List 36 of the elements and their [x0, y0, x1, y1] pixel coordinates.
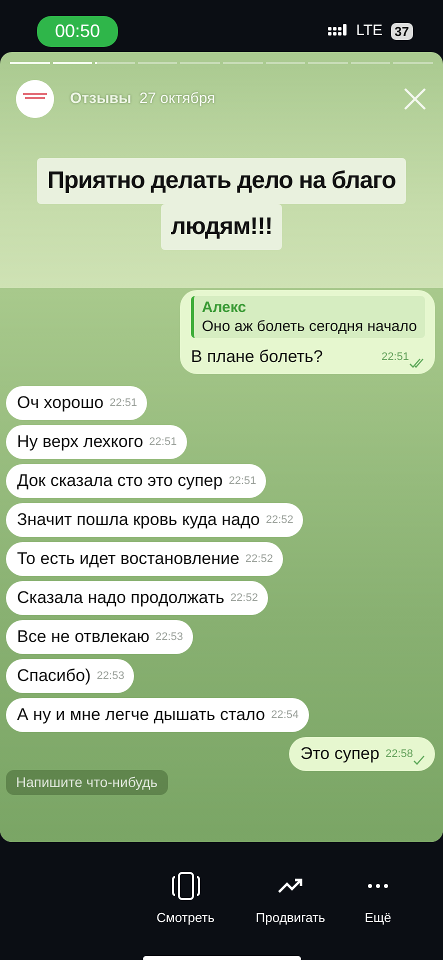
view-button[interactable]: Смотреть [133, 872, 238, 928]
message-text: В плане болеть? [190, 346, 323, 368]
message-text: Это супер [300, 743, 380, 765]
message-time: 22:54 [271, 708, 299, 723]
message-time: 22:52 [230, 591, 258, 606]
battery-level: 37 [390, 22, 413, 40]
promote-button[interactable]: Продвигать [238, 872, 343, 928]
message-text: А ну и мне легче дышать стало [17, 704, 266, 726]
message-time: 22:53 [155, 630, 184, 645]
more-icon [368, 884, 388, 888]
message-text: Сказала надо продолжать [17, 587, 224, 609]
message-time: 22:53 [96, 669, 124, 684]
message-text: Все не отвлекаю [17, 626, 150, 648]
network-type: LTE [356, 20, 383, 41]
more-button[interactable]: Ещё [343, 872, 413, 928]
clock: 00:50 [37, 16, 118, 46]
signal-icon [328, 24, 348, 38]
story-date: 27 октября [139, 88, 216, 109]
reply-text: Оно аж болеть сегодня начало [202, 317, 417, 336]
message-time: 22:51 [381, 346, 425, 368]
reply-author: Алекс [202, 298, 248, 317]
message-text: Ну верх лехкого [17, 431, 144, 453]
message-text: Док сказала сто это супер [17, 470, 223, 492]
message-time: 22:51 [110, 396, 138, 411]
message-time: 22:58 [385, 743, 425, 765]
message-text: Оч хорошо [17, 392, 104, 414]
avatar-icon [16, 80, 54, 118]
close-icon[interactable] [403, 87, 427, 111]
message-time: 22:51 [228, 474, 256, 489]
message-time: 22:52 [266, 513, 294, 528]
message-time: 22:52 [245, 552, 273, 567]
message-text: Значит пошла кровь куда надо [17, 509, 260, 531]
message-text: Спасибо) [17, 665, 91, 687]
message-text: То есть идет востановление [17, 548, 240, 570]
phone-frame-icon [170, 872, 200, 900]
message-time: 22:51 [149, 435, 177, 450]
